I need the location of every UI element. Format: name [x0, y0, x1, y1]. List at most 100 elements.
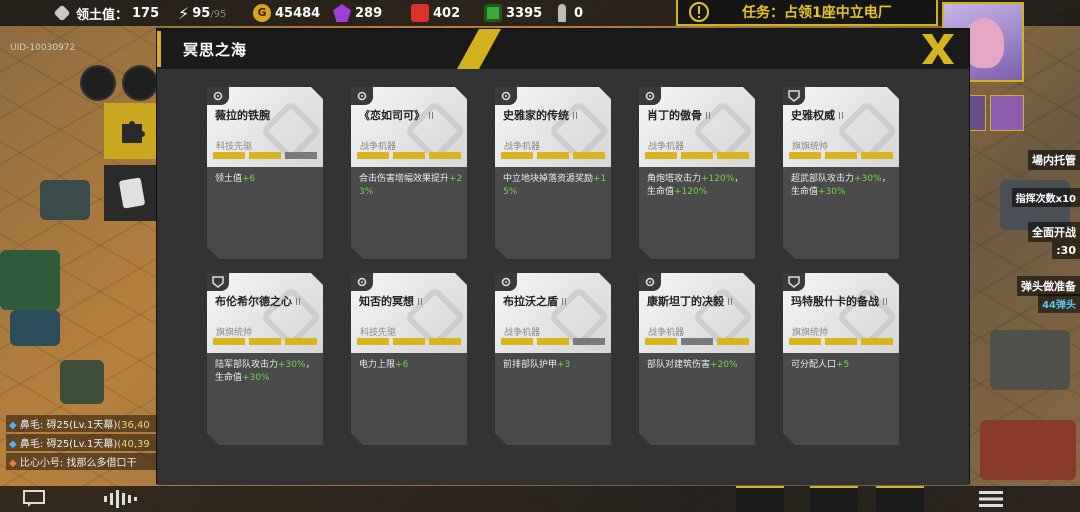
- modal-body: 薇拉的铁腕 科技先驱 领土值+6 《恋如司可》 II 战争机器 合击伤害增幅效果提升+23%…: [157, 69, 969, 485]
- card-category: 科技先驱: [216, 142, 253, 152]
- description-text: 陆军部队攻击力: [215, 360, 279, 370]
- gear-badge-icon: [639, 273, 661, 291]
- card-title: 康斯坦丁的决毅 II: [647, 293, 733, 309]
- card-progress-bars: [501, 152, 605, 159]
- card-progress-bars: [357, 338, 461, 345]
- hero-portrait-small-2[interactable]: [990, 95, 1024, 131]
- chat-coord[interactable]: (36,40: [117, 420, 150, 431]
- description-text: 合击伤害增幅效果提升: [359, 174, 450, 184]
- card-category: 战争机器: [504, 328, 541, 338]
- gear-badge-icon: [639, 87, 661, 105]
- close-button[interactable]: [917, 31, 959, 67]
- right-panel-line-5[interactable]: 弹头做准备: [1017, 276, 1080, 296]
- card-name-text: 肖丁的傲骨: [647, 109, 702, 122]
- card-title: 肖丁的傲骨 II: [647, 107, 711, 123]
- progress-segment: [789, 338, 821, 345]
- skill-card[interactable]: 玛特殷什卡的备战 II 旗旗统帅 可分配人口+5: [783, 273, 899, 445]
- right-panel-line-3[interactable]: 全面开战: [1028, 222, 1080, 242]
- skill-card[interactable]: 布伦希尔德之心 II 旗旗统帅 陆军部队攻击力+30%，生命值+30%: [207, 273, 323, 445]
- card-description: 角炮塔攻击力+120%，生命值+120%: [647, 173, 751, 199]
- card-name-text: 薇拉的铁腕: [215, 109, 270, 122]
- chat-line-3[interactable]: ◆ 比心小号: 找那么多借口干: [6, 453, 162, 470]
- skill-card[interactable]: 康斯坦丁的决毅 II 战争机器 部队对建筑伤害+20%: [639, 273, 755, 445]
- bottom-tab-2[interactable]: [810, 486, 858, 512]
- card-category: 战争机器: [504, 142, 541, 152]
- progress-segment: [717, 338, 749, 345]
- skill-card[interactable]: 史雅权威 II 旗旗统帅 超武部队攻击力+30%，生命值+30%: [783, 87, 899, 259]
- card-progress-bars: [213, 152, 317, 159]
- card-description: 领土值+6: [215, 173, 319, 186]
- energy-resource[interactable]: ⚡ 95 /95: [178, 0, 226, 26]
- progress-segment: [681, 338, 713, 345]
- map-building: [40, 180, 90, 220]
- chat-sender: 鼻毛:: [19, 439, 47, 450]
- bonus-value: +5: [836, 360, 850, 370]
- bonus-value: +30%: [242, 373, 270, 383]
- bullet-resource[interactable]: 0: [558, 0, 583, 26]
- card-title: 玛特殷什卡的备战 II: [791, 293, 888, 309]
- task-banner[interactable]: 任务：占领1座中立电厂: [676, 0, 938, 26]
- card-rank: II: [838, 111, 844, 122]
- crystal-resource[interactable]: 289: [333, 0, 382, 26]
- chat-line-1[interactable]: ◆ 鼻毛: 碍25(Lv.1天幕)(36,40: [6, 415, 162, 432]
- fuel-can-icon: [411, 4, 429, 22]
- bonus-value: +30%: [278, 360, 306, 370]
- side-button-2[interactable]: [122, 65, 158, 101]
- menu-button[interactable]: [966, 486, 1016, 512]
- gear-badge-icon: [495, 87, 517, 105]
- side-button-1[interactable]: [80, 65, 116, 101]
- bonus-value: +3: [557, 360, 571, 370]
- progress-segment: [501, 152, 533, 159]
- bottom-tab-1[interactable]: [736, 486, 784, 512]
- skill-card[interactable]: 肖丁的傲骨 II 战争机器角炮塔攻击力+120%，生命值+120%: [639, 87, 755, 259]
- description-text: 可分配人口: [791, 360, 837, 370]
- gear-badge-icon: [351, 273, 373, 291]
- gear-badge-icon: [351, 87, 373, 105]
- tab-puzzle[interactable]: [104, 103, 160, 159]
- crystal-icon: [333, 4, 351, 22]
- card-header: 肖丁的傲骨 II 战争机器: [639, 87, 755, 167]
- shield-badge-icon: [783, 87, 805, 105]
- fuel-resource[interactable]: 402: [411, 0, 460, 26]
- bullet-value: 0: [574, 5, 584, 21]
- tab-cards[interactable]: [104, 165, 160, 221]
- card-header: 布拉沃之盾 II 战争机器: [495, 273, 611, 353]
- progress-segment: [393, 338, 425, 345]
- right-panel-line-1[interactable]: 場内托管: [1028, 150, 1080, 170]
- bottom-tab-3[interactable]: [876, 486, 924, 512]
- card-category: 战争机器: [648, 142, 685, 152]
- card-rank: II: [705, 111, 711, 122]
- card-title: 《恋如司可》 II: [359, 107, 434, 123]
- voice-button[interactable]: [100, 486, 144, 512]
- map-building: [0, 250, 60, 310]
- chat-coord[interactable]: (40,39: [117, 439, 150, 450]
- chat-line-2[interactable]: ◆ 鼻毛: 碍25(Lv.1天幕)(40,39: [6, 434, 162, 451]
- gold-coin-icon: G: [253, 4, 271, 22]
- skill-card[interactable]: 《恋如司可》 II 战争机器 合击伤害增幅效果提升+23%: [351, 87, 467, 259]
- card-title: 布拉沃之盾 II: [503, 293, 567, 309]
- bonus-value: +6: [242, 174, 256, 184]
- skill-card[interactable]: 布拉沃之盾 II 战争机器 前排部队护甲+3: [495, 273, 611, 445]
- chip-icon: [484, 4, 502, 22]
- card-category: 旗旗统帅: [792, 142, 829, 152]
- chip-resource[interactable]: 3395: [484, 0, 542, 26]
- progress-segment: [213, 152, 245, 159]
- card-name-text: 史雅权威: [791, 109, 835, 122]
- gold-resource[interactable]: G 45484: [253, 0, 320, 26]
- chat-button[interactable]: [20, 486, 48, 512]
- skill-card[interactable]: 史雅家的传统 II 战争机器 中立地块掉落资源奖励+15%: [495, 87, 611, 259]
- right-panel-line-6: 44弹头: [1038, 294, 1080, 313]
- bonus-value: +120%: [701, 174, 735, 184]
- chat-icon: ◆: [9, 458, 17, 469]
- skill-card[interactable]: 薇拉的铁腕科技先驱领土值+6: [207, 87, 323, 259]
- progress-segment: [537, 152, 569, 159]
- modal-title: 冥思之海: [183, 40, 248, 59]
- card-name-text: 《恋如司可》: [359, 109, 425, 122]
- card-name-text: 玛特殷什卡的备战: [791, 295, 879, 308]
- card-progress-bars: [645, 152, 749, 159]
- territory-resource[interactable]: 领土值： 175: [53, 0, 159, 26]
- progress-segment: [501, 338, 533, 345]
- skill-card[interactable]: 知否的冥想 II 科技先驱 电力上限+6: [351, 273, 467, 445]
- right-panel-line-2[interactable]: 指挥次数x10: [1011, 188, 1080, 207]
- card-progress-bars: [357, 152, 461, 159]
